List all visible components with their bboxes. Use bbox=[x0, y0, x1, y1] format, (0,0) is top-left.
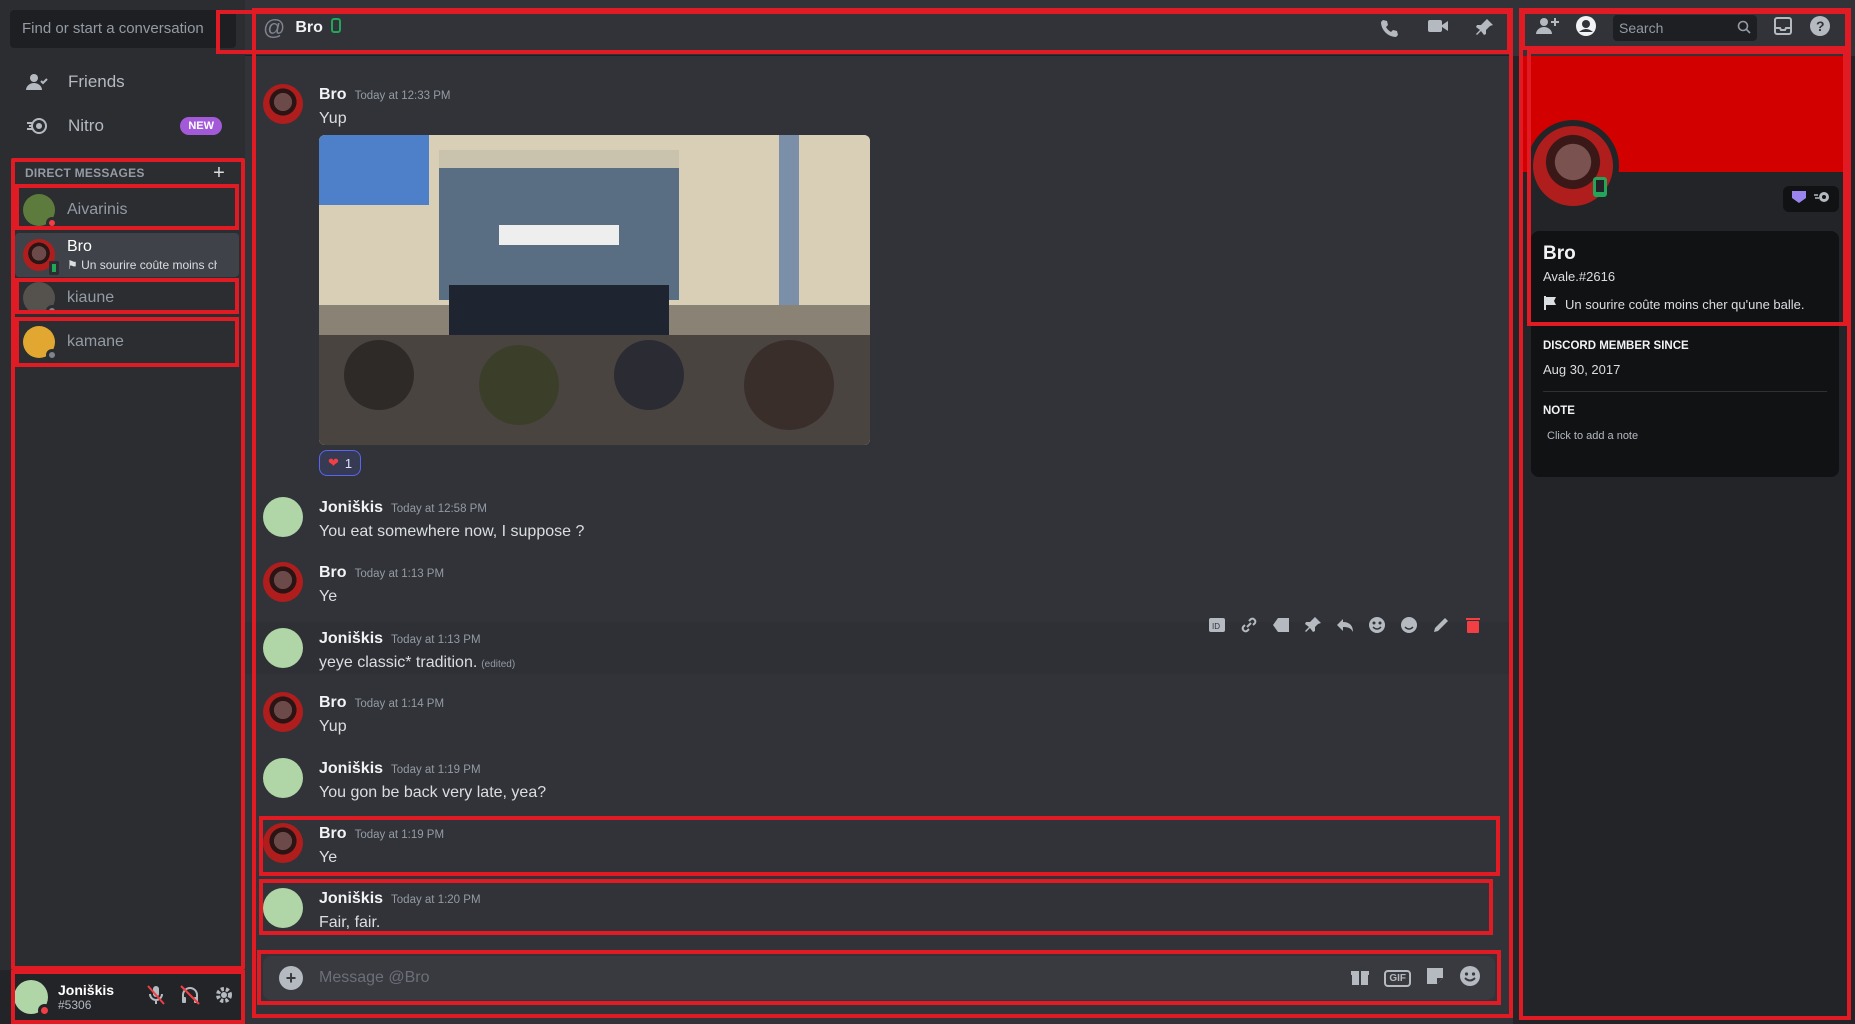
discord-app: Find or start a conversation Friends Nit… bbox=[0, 0, 1855, 1024]
dm-item-highlight bbox=[15, 184, 239, 230]
mobile-status-icon bbox=[49, 261, 59, 275]
dm-header-label: DIRECT MESSAGES bbox=[25, 166, 145, 180]
friends-nav[interactable]: Friends bbox=[10, 61, 236, 103]
nitro-icon bbox=[26, 115, 48, 137]
user-panel-highlight bbox=[11, 970, 245, 1024]
nitro-label: Nitro bbox=[68, 116, 104, 135]
friends-icon bbox=[26, 71, 48, 93]
dm-custom-status: ⚑ Un sourire coûte moins ch... bbox=[67, 258, 217, 272]
dm-sidebar: Find or start a conversation Friends Nit… bbox=[0, 0, 245, 1024]
nitro-new-badge: NEW bbox=[180, 117, 222, 135]
nitro-nav[interactable]: Nitro NEW bbox=[10, 105, 236, 147]
dm-name: Bro bbox=[67, 238, 92, 255]
conversation-search[interactable]: Find or start a conversation bbox=[10, 10, 236, 48]
direct-messages-header: DIRECT MESSAGES + bbox=[13, 160, 237, 186]
friends-label: Friends bbox=[68, 72, 125, 91]
dm-item-highlight bbox=[15, 278, 239, 314]
dm-item-highlight bbox=[15, 317, 239, 367]
dm-item-bro[interactable]: Bro ⚑ Un sourire coûte moins ch... bbox=[15, 233, 239, 277]
create-dm-icon[interactable]: + bbox=[213, 162, 225, 185]
chat-highlight bbox=[252, 8, 1513, 1018]
profile-panel-highlight bbox=[1519, 8, 1851, 1020]
avatar bbox=[23, 239, 59, 275]
flag-icon: ⚑ bbox=[67, 258, 82, 272]
